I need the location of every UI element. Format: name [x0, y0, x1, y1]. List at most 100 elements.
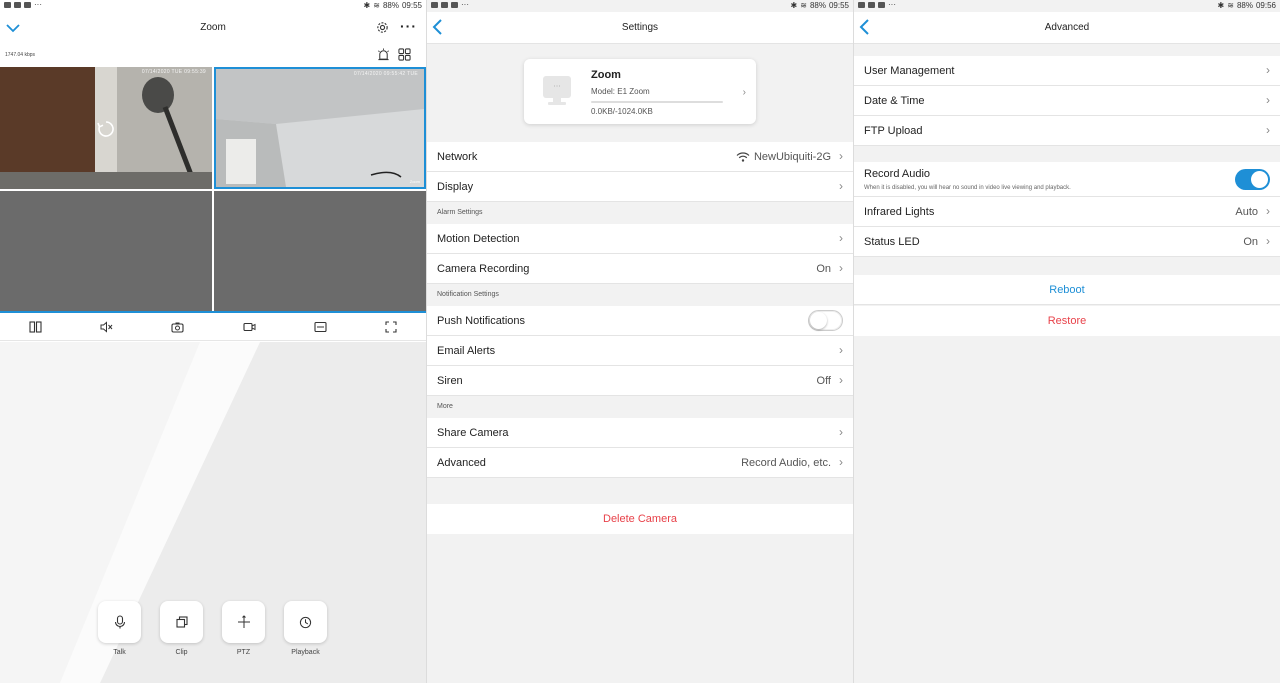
bluetooth-icon: ✱ [1217, 1, 1225, 10]
row-value: On [816, 263, 831, 275]
camera-tile-selected[interactable]: 07/14/2020 09:55:42 TUE Zoom [214, 67, 426, 189]
push-notifications-row: Push Notifications [427, 306, 853, 336]
snapshot-icon[interactable] [168, 319, 188, 335]
camera-feed-image [216, 69, 424, 187]
row-value: Record Audio, etc. [741, 457, 831, 469]
row-label: Push Notifications [437, 315, 526, 327]
mute-icon[interactable] [97, 319, 117, 335]
chevron-right-icon: › [839, 179, 843, 193]
fullscreen-icon[interactable] [381, 319, 401, 335]
battery-level: 88% [382, 1, 399, 10]
row-label: Network [437, 151, 478, 163]
advanced-panel: ··· ✱ ≋ 88% 09:56 Advanced User Manageme… [854, 0, 1280, 683]
loading-icon [96, 119, 116, 144]
settings-list: Network NewUbiquiti-2G › Display › Alarm… [427, 142, 853, 478]
page-title: Advanced [1044, 22, 1090, 33]
ptz-button[interactable]: PTZ [222, 601, 265, 656]
split-view-icon[interactable] [26, 319, 46, 335]
quality-icon[interactable] [310, 319, 330, 335]
network-row[interactable]: Network NewUbiquiti-2G › [427, 142, 853, 172]
chevron-right-icon: › [742, 87, 746, 98]
camera-tile[interactable]: 07/14/2020 TUE 09:55:39 [0, 67, 212, 189]
advanced-list-2: Record Audio When it is disabled, you wi… [854, 162, 1280, 257]
grid-layout-icon[interactable] [398, 48, 411, 66]
page-title: Zoom [200, 22, 226, 33]
clock: 09:55 [828, 1, 849, 10]
date-time-row[interactable]: Date & Time › [854, 86, 1280, 116]
clock: 09:56 [1255, 1, 1276, 10]
camera-thumbnail-icon: ··· [542, 74, 572, 108]
ftp-upload-row[interactable]: FTP Upload › [854, 116, 1280, 146]
chevron-right-icon: › [839, 373, 843, 387]
row-label: FTP Upload [864, 125, 923, 137]
status-led-row[interactable]: Status LED On › [854, 227, 1280, 257]
live-header: Zoom ··· [0, 12, 426, 44]
chevron-right-icon: › [839, 455, 843, 469]
reboot-button[interactable]: Reboot [854, 275, 1280, 305]
clip-icon[interactable] [160, 601, 203, 643]
camera-recording-row[interactable]: Camera Recording On › [427, 254, 853, 284]
row-label: Siren [437, 375, 463, 387]
bitrate-readout: 1747.04 kbps [5, 52, 36, 58]
display-row[interactable]: Display › [427, 172, 853, 202]
video-caption: Zoom [409, 179, 420, 184]
user-management-row[interactable]: User Management › [854, 56, 1280, 86]
siren-row[interactable]: Siren Off › [427, 366, 853, 396]
share-camera-row[interactable]: Share Camera › [427, 418, 853, 448]
storage-usage: 0.0KB/-1024.0KB [591, 107, 653, 116]
action-label: Talk [113, 649, 126, 656]
section-header: Notification Settings [427, 284, 853, 306]
camera-info-card[interactable]: ··· Zoom Model: E1 Zoom 0.0KB/-1024.0KB … [524, 59, 756, 124]
push-notifications-toggle[interactable] [808, 310, 843, 331]
clock: 09:55 [401, 1, 422, 10]
empty-camera-tile[interactable] [0, 191, 212, 313]
camera-name: Zoom [591, 69, 621, 81]
motion-detection-row[interactable]: Motion Detection › [427, 224, 853, 254]
status-bar: ··· ✱ ≋ 88% 09:55 [427, 0, 853, 12]
row-label: Email Alerts [437, 345, 496, 357]
wifi-status-icon: ≋ [1227, 1, 1234, 10]
advanced-row[interactable]: Advanced Record Audio, etc. › [427, 448, 853, 478]
row-label: Date & Time [864, 95, 925, 107]
empty-camera-tile[interactable] [214, 191, 426, 313]
chevron-right-icon: › [1266, 123, 1270, 137]
row-label: Share Camera [437, 427, 509, 439]
chevron-right-icon: › [1266, 234, 1270, 248]
more-icon[interactable]: ··· [400, 18, 417, 34]
chevron-right-icon: › [839, 231, 843, 245]
playback-button[interactable]: Playback [284, 601, 327, 656]
gear-icon[interactable] [376, 21, 389, 39]
storage-progress [591, 101, 723, 103]
status-bar: ··· ✱ ≋ 88% 09:55 [0, 0, 426, 12]
delete-camera-button[interactable]: Delete Camera [427, 504, 853, 534]
restore-button[interactable]: Restore [854, 306, 1280, 336]
talk-button[interactable]: Talk [98, 601, 141, 656]
row-label: Record Audio [864, 168, 931, 180]
record-audio-toggle[interactable] [1235, 169, 1270, 190]
advanced-header: Advanced [854, 12, 1280, 44]
alarm-icon[interactable] [377, 48, 390, 66]
microphone-icon[interactable] [98, 601, 141, 643]
clip-button[interactable]: Clip [160, 601, 203, 656]
row-label: Advanced [437, 457, 486, 469]
clock-icon[interactable] [284, 601, 327, 643]
chevron-right-icon: › [839, 343, 843, 357]
row-label: Infrared Lights [864, 206, 935, 218]
ptz-icon[interactable] [222, 601, 265, 643]
chevron-right-icon: › [839, 149, 843, 163]
settings-header: Settings [427, 12, 853, 44]
video-timestamp: 07/14/2020 09:55:42 TUE [353, 71, 418, 77]
toggle-knob [810, 312, 827, 329]
chevron-right-icon: › [1266, 63, 1270, 77]
bluetooth-icon: ✱ [790, 1, 798, 10]
infrared-lights-row[interactable]: Infrared Lights Auto › [854, 197, 1280, 227]
row-label: Motion Detection [437, 233, 520, 245]
battery-level: 88% [809, 1, 826, 10]
chevron-right-icon: › [839, 425, 843, 439]
record-audio-row: Record Audio When it is disabled, you wi… [854, 162, 1280, 197]
email-alerts-row[interactable]: Email Alerts › [427, 336, 853, 366]
battery-level: 88% [1236, 1, 1253, 10]
chevron-right-icon: › [1266, 93, 1270, 107]
record-icon[interactable] [239, 319, 259, 335]
row-label: Display [437, 181, 474, 193]
